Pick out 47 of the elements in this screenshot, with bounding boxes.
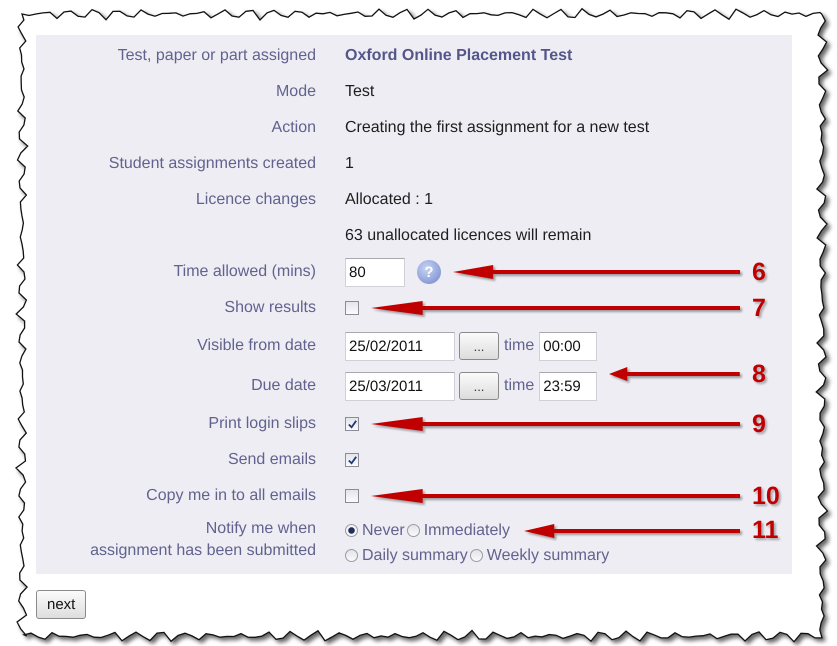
field-label: Send emails xyxy=(228,451,316,468)
radio-label[interactable]: Immediately xyxy=(424,522,510,540)
field-value: 63 unallocated licences will remain xyxy=(345,227,592,245)
test-title: Oxford Online Placement Test xyxy=(345,47,572,65)
radio-label[interactable]: Weekly summary xyxy=(486,546,610,564)
radio-button[interactable] xyxy=(345,524,358,537)
number-field[interactable]: 80 xyxy=(345,258,405,286)
field-value: Creating the first assignment for a new test xyxy=(345,119,650,137)
field-value: 1 xyxy=(345,155,354,173)
time-label: time xyxy=(504,377,534,395)
field-label: Student assignments created xyxy=(108,155,316,172)
time-field[interactable]: 00:00 xyxy=(539,332,598,360)
checkbox[interactable] xyxy=(345,489,359,503)
field-label: Print login slips xyxy=(208,415,316,432)
time-field[interactable]: 23:59 xyxy=(539,372,598,400)
annotation-number: 7 xyxy=(752,294,767,322)
annotation-number: 9 xyxy=(752,410,767,438)
field-label: Copy me in to all emails xyxy=(146,487,316,504)
radio-button[interactable] xyxy=(406,524,420,537)
annotation-number: 11 xyxy=(752,516,780,545)
radio-label[interactable]: Never xyxy=(362,522,405,540)
date-picker-button[interactable]: ... xyxy=(459,332,499,360)
field-label: Visible from date xyxy=(197,337,316,354)
field-label: Due date xyxy=(251,377,316,394)
date-field[interactable]: 25/02/2011 xyxy=(345,332,455,360)
radio-button[interactable] xyxy=(470,549,483,562)
annotation-number: 6 xyxy=(752,258,767,286)
date-picker-button[interactable]: ... xyxy=(459,372,499,400)
checkbox[interactable] xyxy=(345,453,359,467)
field-label: Action xyxy=(272,119,316,136)
field-label: Time allowed (mins) xyxy=(173,263,316,280)
field-value: Test xyxy=(345,83,374,101)
time-label: time xyxy=(504,337,534,355)
radio-button[interactable] xyxy=(345,549,358,562)
checkbox[interactable] xyxy=(345,417,359,431)
annotation-number: 8 xyxy=(752,360,767,388)
field-label: Test, paper or part assigned xyxy=(118,47,316,64)
field-label: Licence changes xyxy=(196,191,316,208)
annotation-number: 10 xyxy=(752,482,780,510)
field-label: Show results xyxy=(224,299,316,316)
field-label: Mode xyxy=(276,83,316,100)
next-button[interactable]: next xyxy=(36,590,86,619)
date-field[interactable]: 25/03/2011 xyxy=(345,372,455,400)
field-value: Allocated : 1 xyxy=(345,191,434,209)
field-label: Notify me when assignment has been submitted xyxy=(90,520,316,559)
checkbox[interactable] xyxy=(345,301,359,315)
radio-label[interactable]: Daily summary xyxy=(362,546,468,564)
